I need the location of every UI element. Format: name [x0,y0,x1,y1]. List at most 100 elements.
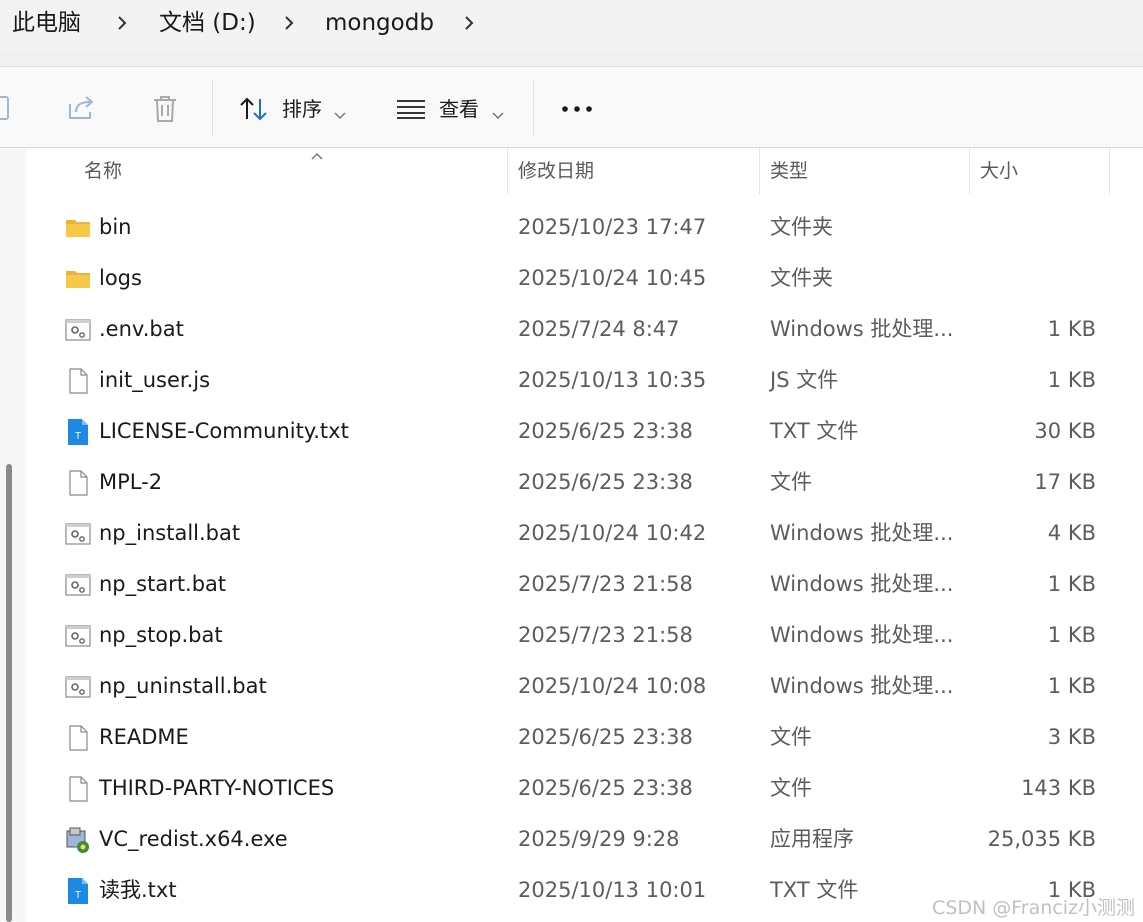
sort-button[interactable]: 排序 [238,93,348,125]
file-modified-date: 2025/7/24 8:47 [518,317,680,341]
breadcrumb: 此电脑 文档 (D:) mongodb [0,0,1143,50]
file-type: 应用程序 [770,827,854,851]
sort-label: 排序 [282,97,322,121]
file-size: 4 KB [1047,521,1096,545]
svg-text:T: T [75,431,81,442]
installer-icon [64,826,92,854]
file-name: 读我.txt [99,878,177,902]
file-row[interactable]: README 2025/6/25 23:38 文件 3 KB [26,712,1143,763]
batch-file-icon [64,571,92,599]
chevron-right-icon[interactable] [461,10,479,36]
scrollbar-thumb[interactable] [6,464,12,922]
file-modified-date: 2025/10/24 10:08 [518,674,707,698]
folder-icon [64,214,92,242]
file-name: .env.bat [99,317,184,341]
file-list-pane: 名称 修改日期 类型 大小 bin 2025/10/23 17:47 文件夹 logs… [0,148,1143,922]
column-divider[interactable] [507,148,508,194]
svg-text:T: T [75,890,81,901]
column-divider[interactable] [969,148,970,194]
file-name: bin [99,215,132,239]
file-row[interactable]: np_uninstall.bat 2025/10/24 10:08 Windows … [26,661,1143,712]
column-header-name[interactable]: 名称 [84,158,122,184]
file-type: Windows 批处理... [770,572,954,596]
sort-ascending-icon [310,146,324,165]
blank-file-icon [64,367,92,395]
file-modified-date: 2025/6/25 23:38 [518,470,693,494]
file-row[interactable]: THIRD-PARTY-NOTICES 2025/6/25 23:38 文件 143 … [26,763,1143,814]
file-size: 1 KB [1047,317,1096,341]
file-type: 文件夹 [770,266,833,290]
file-size: 1 KB [1047,674,1096,698]
breadcrumb-item-this-pc[interactable]: 此电脑 [12,8,81,38]
file-size: 1 KB [1047,572,1096,596]
file-name: np_install.bat [99,521,241,545]
file-row[interactable]: MPL-2 2025/6/25 23:38 文件 17 KB [26,457,1143,508]
scrollbar[interactable] [0,148,26,922]
view-button[interactable]: 查看 [396,93,508,125]
file-modified-date: 2025/6/25 23:38 [518,419,693,443]
toolbar-separator [533,81,534,135]
more-options-icon[interactable] [560,93,594,127]
view-label: 查看 [439,97,479,121]
file-size: 30 KB [1034,419,1096,443]
delete-icon[interactable] [151,94,179,128]
file-type: 文件 [770,725,812,749]
file-size: 25,035 KB [987,827,1096,851]
folder-icon [64,265,92,293]
share-icon[interactable] [66,94,96,126]
file-row[interactable]: np_install.bat 2025/10/24 10:42 Windows 批处… [26,508,1143,559]
copy-icon[interactable] [0,95,12,127]
file-modified-date: 2025/7/23 21:58 [518,623,693,647]
file-name: VC_redist.x64.exe [99,827,288,851]
file-size: 143 KB [1021,776,1096,800]
chevron-right-icon[interactable] [281,10,299,36]
chevron-down-icon [334,105,346,124]
batch-file-icon [64,520,92,548]
file-name: MPL-2 [99,470,163,494]
toolbar-separator [212,81,213,135]
sort-icon [238,95,270,127]
blank-file-icon [64,775,92,803]
file-modified-date: 2025/10/24 10:42 [518,521,707,545]
batch-file-icon [64,316,92,344]
file-name: np_start.bat [99,572,227,596]
file-row[interactable]: np_stop.bat 2025/7/23 21:58 Windows 批处理...… [26,610,1143,661]
file-modified-date: 2025/6/25 23:38 [518,776,693,800]
file-row[interactable]: VC_redist.x64.exe 2025/9/29 9:28 应用程序 25,03… [26,814,1143,865]
file-type: 文件夹 [770,215,833,239]
breadcrumb-divider [0,50,1143,66]
file-size: 3 KB [1047,725,1096,749]
file-type: TXT 文件 [770,878,859,902]
file-type: Windows 批处理... [770,317,954,341]
file-row[interactable]: np_start.bat 2025/7/23 21:58 Windows 批处理..… [26,559,1143,610]
batch-file-icon [64,673,92,701]
file-row[interactable]: bin 2025/10/23 17:47 文件夹 [26,202,1143,253]
file-type: Windows 批处理... [770,674,954,698]
file-size: 1 KB [1047,623,1096,647]
column-divider[interactable] [759,148,760,194]
file-row[interactable]: init_user.js 2025/10/13 10:35 JS 文件 1 KB [26,355,1143,406]
file-modified-date: 2025/10/23 17:47 [518,215,707,239]
watermark: CSDN @Franciz小测测 [932,897,1135,919]
file-modified-date: 2025/10/24 10:45 [518,266,707,290]
file-row[interactable]: .env.bat 2025/7/24 8:47 Windows 批处理... 1 KB [26,304,1143,355]
column-header-date[interactable]: 修改日期 [518,158,594,184]
file-type: Windows 批处理... [770,521,954,545]
breadcrumb-item-drive-d[interactable]: 文档 (D:) [159,8,256,38]
breadcrumb-item-mongodb[interactable]: mongodb [325,8,434,38]
file-row[interactable]: logs 2025/10/24 10:45 文件夹 [26,253,1143,304]
column-header-size[interactable]: 大小 [980,158,1018,184]
file-name: np_uninstall.bat [99,674,267,698]
batch-file-icon [64,622,92,650]
file-row[interactable]: T LICENSE-Community.txt 2025/6/25 23:38 TXT… [26,406,1143,457]
text-file-icon: T [64,418,92,446]
file-name: LICENSE-Community.txt [99,419,349,443]
file-size: 1 KB [1047,368,1096,392]
column-header-type[interactable]: 类型 [770,158,808,184]
column-divider[interactable] [1109,148,1110,194]
file-type: JS 文件 [770,368,839,392]
file-type: Windows 批处理... [770,623,954,647]
chevron-right-icon[interactable] [114,10,132,36]
blank-file-icon [64,469,92,497]
text-file-icon: T [64,877,92,905]
